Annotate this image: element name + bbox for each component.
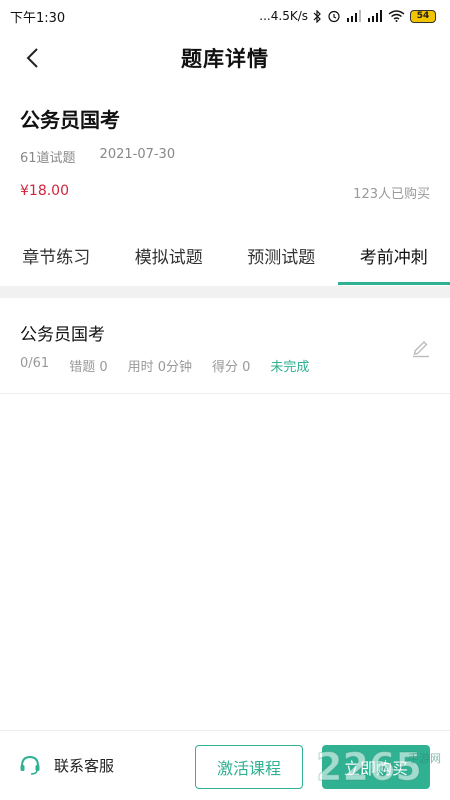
back-arrow-icon	[26, 48, 38, 68]
battery-icon: 54	[410, 9, 436, 23]
signal-hd-icon	[367, 10, 383, 22]
exercise-score: 得分 0	[212, 360, 251, 375]
headset-icon	[20, 755, 40, 775]
buy-now-button[interactable]: 立即购买	[322, 745, 430, 789]
bottom-bar: 联系客服 激活课程 立即购买	[0, 730, 450, 800]
exercise-status: 未完成	[270, 360, 310, 375]
edit-button[interactable]	[410, 336, 432, 358]
status-icons: ...4.5K/s 54	[259, 9, 436, 23]
header: 题库详情	[0, 32, 450, 84]
exercise-title: 公务员国考	[20, 325, 105, 345]
status-bar: 下午1:30 ...4.5K/s 54	[0, 0, 450, 32]
bank-meta: 61道试题 2021-07-30	[20, 147, 175, 166]
page-title: 题库详情	[181, 47, 269, 71]
pencil-icon	[413, 341, 429, 358]
exercise-wrong-count: 错题 0	[69, 360, 108, 375]
tab-mock-exam[interactable]: 模拟试题	[113, 236, 226, 286]
tab-final-sprint[interactable]: 考前冲刺	[337, 236, 450, 286]
wifi-icon	[388, 10, 405, 22]
question-count: 61道试题	[20, 151, 76, 166]
bank-date: 2021-07-30	[99, 147, 176, 162]
buyer-count: 123人已购买	[353, 187, 430, 202]
signal-icon	[346, 10, 362, 22]
exercise-time-used: 用时 0分钟	[127, 360, 193, 375]
contact-service-label: 联系客服	[54, 756, 115, 775]
tab-chapter-practice[interactable]: 章节练习	[0, 236, 113, 286]
bluetooth-icon	[313, 9, 322, 23]
bank-title: 公务员国考	[20, 108, 120, 132]
network-speed: ...4.5K/s	[259, 9, 308, 23]
back-button[interactable]	[18, 44, 46, 72]
bank-price: ¥18.00	[20, 183, 69, 199]
tab-prediction-exam[interactable]: 预测试题	[225, 236, 338, 286]
contact-service-button[interactable]: 联系客服	[18, 753, 114, 777]
exercise-progress: 0/61	[20, 356, 50, 371]
exercise-item[interactable]: 公务员国考 0/61 错题 0 用时 0分钟 得分 0 未完成	[0, 298, 450, 394]
alarm-icon	[327, 9, 341, 23]
exercise-stats: 0/61 错题 0 用时 0分钟 得分 0 未完成	[20, 356, 309, 375]
activate-course-button[interactable]: 激活课程	[195, 745, 303, 789]
section-divider	[0, 286, 450, 298]
tab-bar: 章节练习 模拟试题 预测试题 考前冲刺	[0, 236, 450, 286]
status-time: 下午1:30	[10, 10, 66, 26]
